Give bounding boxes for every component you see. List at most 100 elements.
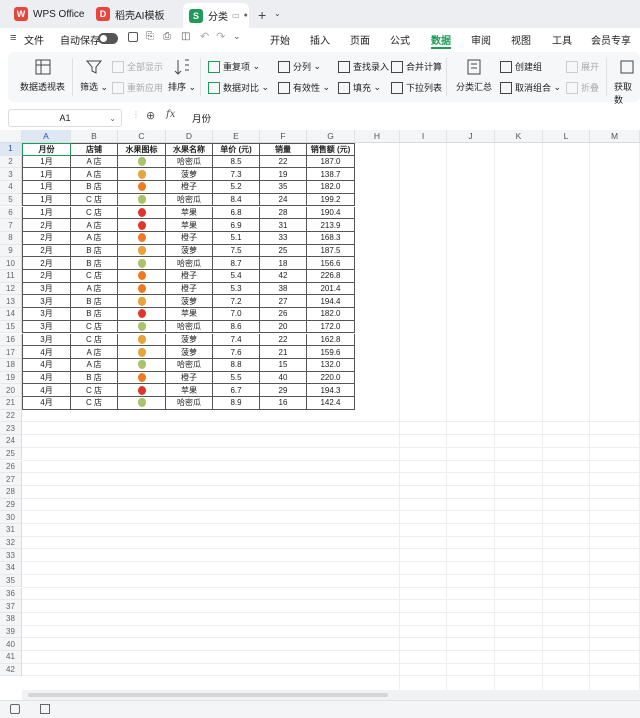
get-data-button[interactable]: 获取数 [614,58,640,106]
table-cell[interactable]: 20 [260,320,307,334]
menu-insert[interactable]: 插入 [310,32,330,47]
column-header-b[interactable]: B [71,130,118,143]
table-cell[interactable]: 187.5 [307,244,355,258]
collapse-button[interactable]: 折叠 [566,81,599,94]
table-cell[interactable]: A 店 [71,346,118,359]
fruit-icon-cell[interactable] [118,384,166,397]
table-cell[interactable]: 7.2 [213,295,260,309]
table-cell[interactable]: 1月 [22,206,71,220]
table-cell[interactable]: 8.5 [213,155,260,169]
row-header[interactable]: 28 [0,485,22,499]
table-cell[interactable]: 22 [260,333,307,347]
pivot-table-button[interactable]: 数据透视表 [20,58,65,93]
table-cell[interactable]: 2月 [22,231,71,245]
autosave-toggle[interactable] [98,33,118,44]
more-icon[interactable]: ⌄ [233,31,241,42]
share-icon[interactable]: ⎘ [146,31,154,42]
table-cell[interactable]: 132.0 [307,358,355,372]
row-header[interactable]: 11 [0,270,22,283]
row-header[interactable]: 35 [0,574,22,588]
spreadsheet-grid[interactable]: A B C D E F G H I J K L M 1 2 3 4 5 6 7 8 9 10 11 12 13 14 15 16 17 18… [0,130,640,690]
table-cell[interactable]: 18 [260,257,307,270]
column-header-a[interactable]: A [22,130,71,143]
row-header[interactable]: 34 [0,562,22,575]
name-box-dropdown-icon[interactable]: ⌄ [109,114,116,123]
fruit-icon-cell[interactable] [118,244,166,258]
table-cell[interactable]: B 店 [71,308,118,321]
row-header[interactable]: 23 [0,422,22,436]
row-header[interactable]: 18 [0,358,22,372]
table-cell[interactable]: 7.3 [213,168,260,182]
column-header-i[interactable]: I [400,130,447,143]
expand-button[interactable]: 展开 [566,60,599,73]
row-header[interactable]: 19 [0,371,22,385]
column-header-m[interactable]: M [590,130,640,143]
table-cell[interactable]: 橙子 [166,371,213,385]
row-header[interactable]: 40 [0,638,22,651]
table-cell[interactable]: 6.8 [213,206,260,220]
table-cell[interactable]: 1月 [22,168,71,182]
table-cell[interactable]: A 店 [71,231,118,245]
table-cell[interactable]: 187.0 [307,155,355,169]
fruit-icon-cell[interactable] [118,193,166,207]
table-cell[interactable]: 24 [260,193,307,207]
table-cell[interactable]: 4月 [22,371,71,385]
table-cell[interactable]: 142.4 [307,397,355,410]
table-cell[interactable]: 31 [260,219,307,232]
row-header[interactable]: 42 [0,663,22,677]
sort-button[interactable]: 排序 ⌄ [168,58,196,93]
table-cell[interactable]: 40 [260,371,307,385]
subtotal-button[interactable]: 分类汇总 [456,58,492,93]
table-cell[interactable]: 菠萝 [166,244,213,258]
validity-button[interactable]: 有效性 ⌄ [278,81,330,94]
row-header[interactable]: 25 [0,447,22,461]
preview-icon[interactable]: ◫ [181,31,190,42]
row-header[interactable]: 9 [0,244,22,258]
column-header-j[interactable]: J [447,130,495,143]
row-header[interactable]: 27 [0,473,22,486]
table-cell[interactable]: 2月 [22,244,71,258]
table-cell[interactable]: 哈密瓜 [166,257,213,270]
header-cell[interactable]: 销量 [260,143,307,156]
horizontal-scroll-thumb[interactable] [28,693,388,697]
row-header[interactable]: 29 [0,498,22,512]
split-button[interactable]: 分列 ⌄ [278,60,321,73]
row-header[interactable]: 3 [0,168,22,182]
table-cell[interactable]: 橙子 [166,282,213,296]
table-cell[interactable]: C 店 [71,206,118,220]
table-cell[interactable]: 3月 [22,282,71,296]
row-header[interactable]: 36 [0,587,22,601]
fruit-icon-cell[interactable] [118,308,166,321]
table-cell[interactable]: B 店 [71,257,118,270]
row-header[interactable]: 20 [0,384,22,397]
table-cell[interactable]: 苹果 [166,219,213,232]
table-cell[interactable]: 168.3 [307,231,355,245]
fruit-icon-cell[interactable] [118,346,166,359]
row-header[interactable]: 4 [0,181,22,194]
row-header[interactable]: 16 [0,333,22,347]
tab-docer-ai[interactable]: D 稻壳AI模板 [90,3,180,25]
table-cell[interactable]: 42 [260,270,307,283]
table-cell[interactable]: 199.2 [307,193,355,207]
table-cell[interactable]: B 店 [71,295,118,309]
tab-dropdown-icon[interactable]: ⌄ [274,9,281,18]
table-cell[interactable]: 190.4 [307,206,355,220]
table-cell[interactable]: 1月 [22,193,71,207]
table-cell[interactable]: 菠萝 [166,333,213,347]
save-icon[interactable] [128,32,138,42]
fruit-icon-cell[interactable] [118,168,166,182]
column-header-l[interactable]: L [543,130,590,143]
table-cell[interactable]: C 店 [71,320,118,334]
hamburger-icon[interactable]: ≡ [10,32,16,44]
row-header[interactable]: 13 [0,295,22,309]
horizontal-scrollbar[interactable] [22,690,640,700]
row-header[interactable]: 14 [0,308,22,321]
header-cell[interactable]: 水果图标 [118,143,166,156]
fruit-icon-cell[interactable] [118,282,166,296]
table-cell[interactable]: 橙子 [166,270,213,283]
table-cell[interactable]: 21 [260,346,307,359]
table-cell[interactable]: 3月 [22,320,71,334]
table-cell[interactable]: 哈密瓜 [166,397,213,410]
row-header[interactable]: 15 [0,320,22,334]
table-cell[interactable]: 橙子 [166,231,213,245]
